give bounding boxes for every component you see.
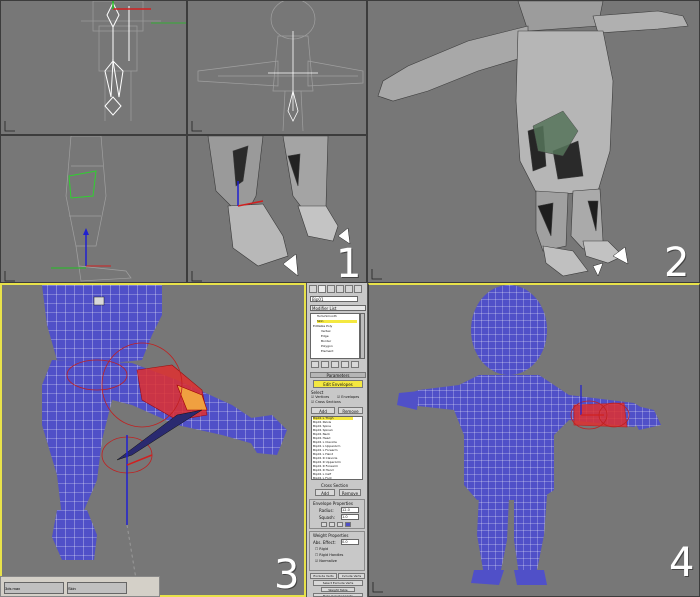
command-panel[interactable]: Bip01 Modifier List TurboSmooth Skin Edi… — [306, 283, 368, 597]
exclude-verts-button[interactable]: Exclude Verts — [310, 573, 337, 579]
rigid-label: Rigid — [319, 547, 329, 551]
taskbar-item-skin[interactable]: Skin — [67, 582, 127, 594]
envelope-absolute-icon[interactable] — [345, 522, 351, 527]
bone-list-item[interactable]: Bip01 Spine1 — [313, 429, 353, 432]
envelope-properties-title: Envelope Properties — [313, 501, 353, 506]
viewport-top-middle[interactable] — [187, 0, 367, 135]
vertices-checkbox[interactable]: ☑ Vertices — [311, 395, 329, 399]
utilities-tab-icon[interactable] — [354, 285, 362, 293]
cross-section-remove-button[interactable]: Remove — [339, 489, 361, 496]
squash-spinner[interactable]: 1.0 — [341, 514, 359, 520]
bone-list-item[interactable]: Bip01 R Forearm — [313, 465, 353, 468]
stack-item-edge[interactable]: Edge — [321, 335, 361, 338]
abs-effect-label: Abs. Effect: — [313, 540, 336, 545]
object-name-field[interactable]: Bip01 — [310, 296, 358, 302]
motion-tab-icon[interactable] — [336, 285, 344, 293]
remove-modifier-icon[interactable] — [341, 361, 349, 368]
blue-mesh-tpose-drawing — [372, 285, 661, 593]
stack-item-border[interactable]: Border — [321, 340, 361, 343]
bone-list-item[interactable]: Bip01 Head — [313, 437, 353, 440]
hierarchy-tab-icon[interactable] — [327, 285, 335, 293]
viewport-number: 1 — [336, 241, 362, 283]
bone-list-item[interactable]: Bip01 Neck — [313, 433, 353, 436]
stack-item-element[interactable]: Element — [321, 350, 361, 353]
vertices-label: Vertices — [315, 395, 330, 399]
remove-bone-button[interactable]: Remove — [338, 407, 363, 414]
viewport-perspective-gray[interactable]: 2 — [367, 0, 700, 283]
normalize-checkbox[interactable]: ☑ Normalize — [315, 559, 337, 563]
make-unique-icon[interactable] — [331, 361, 339, 368]
cross-sections-label: Cross Sections — [315, 400, 341, 404]
gray-model-drawing — [371, 1, 689, 280]
leg-side-drawing — [4, 136, 132, 282]
rigid-handles-label: Rigid Handles — [319, 553, 344, 557]
bone-list-item[interactable]: Bip01 R UpperArm — [313, 461, 353, 464]
normalize-label: Normalize — [319, 559, 337, 563]
viewport-bottom-middle[interactable]: 1 — [187, 135, 367, 283]
envelopes-checkbox[interactable]: ☑ Envelopes — [337, 395, 359, 399]
stack-item-skin[interactable]: Skin — [317, 320, 357, 323]
abs-effect-spinner[interactable]: 0.0 — [341, 539, 359, 545]
create-tab-icon[interactable] — [309, 285, 317, 293]
bone-list-item[interactable]: Bip01 L UpperArm — [313, 445, 353, 448]
stack-item-vertex[interactable]: Vertex — [321, 330, 361, 333]
viewport-number: 3 — [274, 552, 300, 597]
pin-stack-icon[interactable] — [311, 361, 319, 368]
select-exclude-verts-button[interactable]: Select Exclude Verts — [313, 580, 363, 586]
add-bone-button[interactable]: Add — [311, 407, 335, 414]
parameters-rollout-header[interactable]: Parameters — [310, 372, 366, 378]
viewport-number: 2 — [664, 240, 690, 283]
bone-list-item[interactable]: Bip01 L Hand — [313, 453, 353, 456]
bone-list-item[interactable]: Bip01 L Thigh — [313, 417, 353, 420]
viewport-number: 4 — [669, 540, 695, 586]
modifier-stack-list[interactable]: TurboSmooth Skin Editable Poly Vertex Ed… — [310, 313, 360, 359]
blue-mesh-pose-drawing — [42, 285, 287, 586]
cross-sections-checkbox[interactable]: ☑ Cross Sections — [311, 400, 341, 404]
bone-list-item[interactable]: Bip01 Pelvis — [313, 421, 353, 424]
rigid-checkbox[interactable]: ☐ Rigid — [315, 547, 328, 551]
bake-selected-verts-button[interactable]: Bake Selected Verts — [313, 593, 363, 597]
stack-item-turbosmooth[interactable]: TurboSmooth — [317, 315, 357, 318]
bone-list-item[interactable]: Bip01 L Clavicle — [313, 441, 353, 444]
bone-list[interactable]: Bip01 L Thigh Bip01 Pelvis Bip01 Spine B… — [311, 416, 363, 480]
bone-list-item[interactable]: Bip01 R Clavicle — [313, 457, 353, 460]
bone-list-item[interactable]: Bip01 R Hand — [313, 469, 353, 472]
squash-label: Squash: — [319, 515, 336, 520]
weight-properties-title: Weight Properties — [313, 533, 349, 538]
edit-envelopes-button[interactable]: Edit Envelopes — [313, 380, 363, 388]
envelope-paste-icon[interactable] — [337, 522, 343, 527]
show-end-result-icon[interactable] — [321, 361, 329, 368]
rigid-handles-checkbox[interactable]: ☐ Rigid Handles — [315, 553, 343, 557]
radius-spinner[interactable]: 12.0 — [341, 507, 359, 513]
modify-tab-icon[interactable] — [318, 285, 326, 293]
cross-section-add-button[interactable]: Add — [315, 489, 335, 496]
taskbar-item-max[interactable]: 3ds max — [4, 582, 64, 594]
envelope-copy-icon[interactable] — [329, 522, 335, 527]
viewport-bottom-left[interactable] — [0, 135, 187, 283]
bone-list-item[interactable]: Bip01 L Calf — [313, 473, 353, 476]
cross-section-title: Cross Section — [321, 483, 349, 488]
bone-list-item[interactable]: Bip01 Spine — [313, 425, 353, 428]
viewport-skin-pose-right[interactable]: 4 — [368, 283, 700, 597]
configure-sets-icon[interactable] — [351, 361, 359, 368]
envelopes-label: Envelopes — [341, 395, 360, 399]
stack-item-editable-poly[interactable]: Editable Poly — [313, 325, 353, 328]
viewport-top-left[interactable] — [0, 0, 187, 135]
weight-table-button[interactable]: Weight Table — [321, 587, 355, 592]
taskbar: 3ds max Skin — [0, 576, 160, 597]
bone-list-item[interactable]: Bip01 L Foot — [313, 477, 353, 479]
mesh-side-drawing — [191, 1, 364, 132]
include-verts-button[interactable]: Include Verts — [338, 573, 365, 579]
radius-label: Radius: — [319, 508, 334, 513]
stack-item-polygon[interactable]: Polygon — [321, 345, 361, 348]
viewport-skin-pose-left[interactable]: 3 — [0, 283, 306, 597]
envelope-falloff-icon[interactable] — [321, 522, 327, 527]
bone-list-item[interactable]: Bip01 L Forearm — [313, 449, 353, 452]
stack-scrollbar[interactable] — [360, 313, 365, 359]
display-tab-icon[interactable] — [345, 285, 353, 293]
skeleton-front-drawing — [4, 1, 186, 132]
modifier-list-dropdown[interactable]: Modifier List — [310, 305, 366, 311]
